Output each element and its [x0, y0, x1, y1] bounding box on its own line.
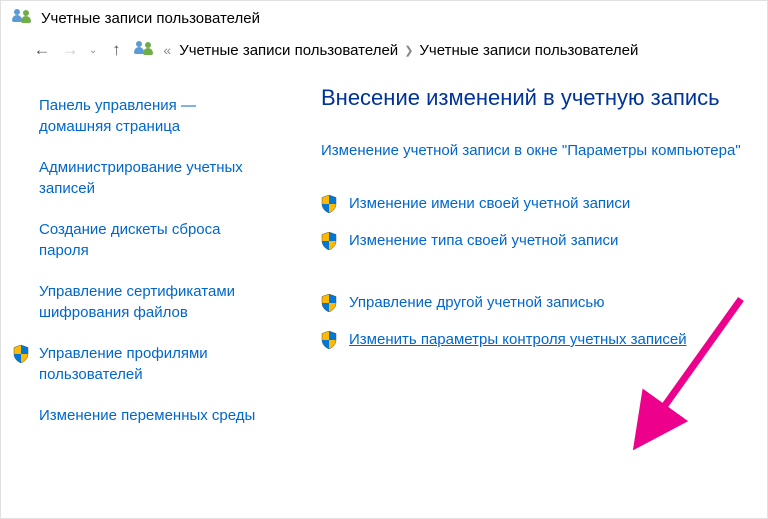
breadcrumb-item-1[interactable]: Учетные записи пользователей — [179, 42, 398, 59]
sidebar-item-label: Создание дискеты сброса пароля — [39, 219, 271, 261]
window-title: Учетные записи пользователей — [41, 10, 260, 27]
nav-forward-button: → — [59, 39, 81, 61]
sidebar: Панель управления — домашняя страница Ад… — [1, 85, 291, 436]
sidebar-item-label: Панель управления — домашняя страница — [39, 95, 271, 137]
nav-bar: ← → ⌄ ↑ « Учетные записи пользователей ❯… — [1, 35, 767, 71]
action-label: Изменить параметры контроля учетных запи… — [349, 329, 687, 352]
action-change-name[interactable]: Изменение имени своей учетной записи — [321, 188, 757, 226]
shield-icon — [321, 230, 339, 258]
action-change-uac[interactable]: Изменить параметры контроля учетных запи… — [321, 324, 757, 362]
nav-back-button[interactable]: ← — [31, 39, 53, 61]
page-heading: Внесение изменений в учетную запись — [321, 85, 757, 111]
sidebar-item-reset-disk[interactable]: Создание дискеты сброса пароля — [39, 209, 271, 271]
action-label: Управление другой учетной записью — [349, 292, 605, 315]
sidebar-item-home[interactable]: Панель управления — домашняя страница — [39, 85, 271, 147]
action-change-type[interactable]: Изменение типа своей учетной записи — [321, 225, 757, 263]
sidebar-item-admin-accounts[interactable]: Администрирование учетных записей — [39, 147, 271, 209]
nav-history-dropdown[interactable]: ⌄ — [87, 45, 99, 56]
shield-icon — [321, 292, 339, 320]
shield-icon — [13, 343, 31, 369]
sidebar-item-env-vars[interactable]: Изменение переменных среды — [39, 395, 271, 436]
breadcrumb-item-2[interactable]: Учетные записи пользователей — [419, 42, 638, 59]
sidebar-item-label: Управление профилями пользователей — [39, 343, 271, 385]
content-area: Панель управления — домашняя страница Ад… — [1, 71, 767, 436]
breadcrumb-overflow[interactable]: « — [161, 42, 173, 58]
breadcrumb-sep: ❯ — [404, 44, 413, 57]
sidebar-item-certificates[interactable]: Управление сертификатами шифрования файл… — [39, 271, 271, 333]
action-label: Изменение типа своей учетной записи — [349, 230, 618, 253]
action-change-in-settings[interactable]: Изменение учетной записи в окне "Парамет… — [321, 135, 741, 168]
sidebar-item-label: Изменение переменных среды — [39, 405, 271, 426]
sidebar-item-profiles[interactable]: Управление профилями пользователей — [13, 333, 271, 395]
users-icon — [135, 41, 155, 59]
shield-icon — [321, 329, 339, 357]
nav-up-button[interactable]: ↑ — [105, 39, 127, 61]
action-label: Изменение имени своей учетной записи — [349, 193, 630, 216]
action-label: Изменение учетной записи в окне "Парамет… — [321, 140, 741, 163]
sidebar-item-label: Управление сертификатами шифрования файл… — [39, 281, 271, 323]
breadcrumb: « Учетные записи пользователей ❯ Учетные… — [135, 41, 638, 59]
main-panel: Внесение изменений в учетную запись Изме… — [291, 85, 767, 436]
users-icon — [13, 9, 33, 27]
shield-icon — [321, 193, 339, 221]
action-manage-other[interactable]: Управление другой учетной записью — [321, 287, 757, 325]
sidebar-item-label: Администрирование учетных записей — [39, 157, 271, 199]
title-bar: Учетные записи пользователей — [1, 1, 767, 35]
